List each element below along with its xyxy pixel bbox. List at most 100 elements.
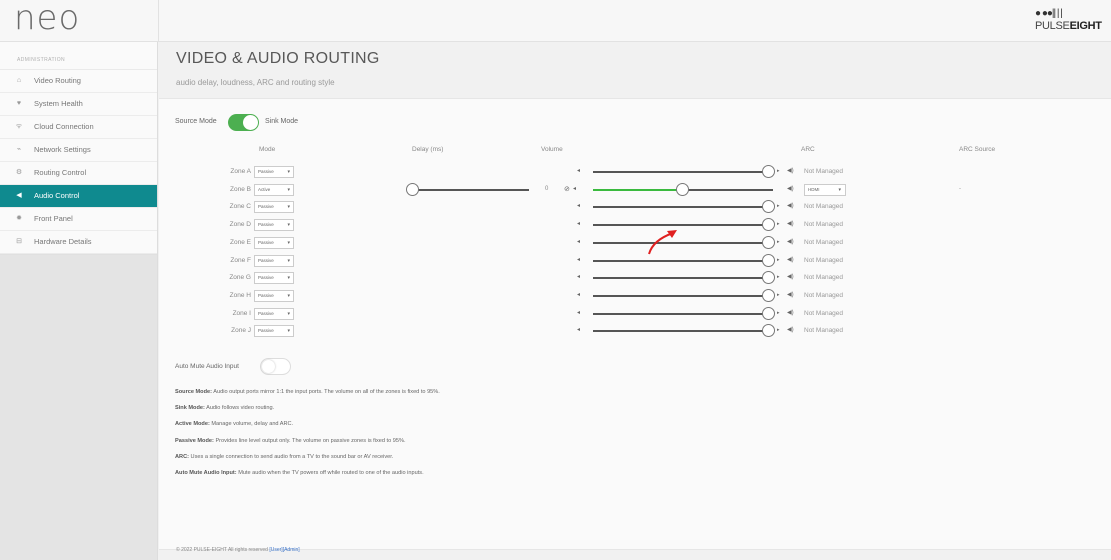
volume-up-icon: ◀)	[787, 274, 794, 281]
neo-logo[interactable]: neo	[14, 0, 80, 38]
volume-slider-track[interactable]	[593, 171, 769, 173]
volume-slider-track[interactable]	[593, 259, 769, 262]
wifi-icon: ᯤ	[15, 123, 23, 130]
gears-icon: ⚙	[15, 169, 23, 176]
delay-slider-track[interactable]	[414, 188, 529, 191]
zone-label: Zone H	[229, 291, 251, 299]
volume-slider-knob[interactable]	[762, 218, 775, 232]
zone-mode-select[interactable]: Passive ▾	[254, 201, 294, 214]
zone-label: Zone A	[230, 168, 251, 175]
copyright-text: © 2022 PULSE-EIGHT All rights reserved	[176, 547, 268, 553]
volume-slider-knob[interactable]	[676, 182, 689, 196]
zone-label: Zone F	[230, 256, 251, 264]
zone-mode-select[interactable]: Passive ▾	[254, 236, 294, 249]
volume-slider-knob[interactable]	[762, 288, 775, 302]
zone-mode-select[interactable]: Passive ▾	[254, 289, 294, 302]
chevron-right-icon: ▸	[777, 168, 780, 174]
volume-slider-track[interactable]	[593, 312, 769, 315]
volume-slider-track[interactable]	[593, 224, 769, 227]
arc-status: Not Managed	[804, 274, 844, 282]
zone-mode-select[interactable]: Passive ▾	[254, 307, 294, 320]
chevron-down-icon: ▾	[287, 310, 290, 317]
top-bar: neo ● ●●|| | | PULSEEIGHT	[0, 0, 1111, 42]
sun-icon: ✹	[16, 215, 22, 222]
sidebar: ADMINISTRATION ⌂ Video Routing ♥ System Hea…	[0, 42, 158, 560]
zone-row: Zone D Passive ▾ ◂ ▸ ◀) Not Managed	[159, 218, 1111, 232]
sidebar-item-video-routing[interactable]: ⌂ Video Routing	[0, 70, 157, 93]
volume-slider-fill[interactable]	[593, 188, 683, 191]
zone-mode-value: Passive	[258, 310, 274, 316]
routing-mode-toggle[interactable]	[228, 114, 259, 131]
zone-mode-select[interactable]: Passive ▾	[254, 325, 294, 338]
user-link[interactable]: [User]	[269, 547, 282, 553]
volume-slider-track[interactable]	[683, 188, 773, 191]
sidebar-nav-list: ⌂ Video Routing ♥ System Health ᯤ Cloud Conne…	[0, 70, 157, 254]
zone-mode-select[interactable]: Passive ▾	[254, 219, 294, 232]
zone-row: Zone G Passive ▾ ◂ ▸ ◀) Not Managed	[159, 271, 1111, 285]
help-note: Passive Mode: Provides line level output…	[175, 438, 406, 444]
sidebar-item-system-health[interactable]: ♥ System Health	[0, 93, 157, 116]
zone-row: Zone E Passive ▾ ◂ ▸ ◀) Not Managed	[159, 235, 1111, 250]
volume-slider-knob[interactable]	[762, 200, 775, 214]
zone-mode-select[interactable]: Passive ▾	[254, 166, 294, 178]
volume-up-icon: ◀)	[787, 203, 794, 210]
brand-text-bold: EIGHT	[1069, 20, 1102, 32]
volume-slider-knob[interactable]	[762, 235, 775, 249]
chevron-down-icon: ▾	[287, 222, 290, 229]
sidebar-item-front-panel[interactable]: ✹ Front Panel	[0, 208, 157, 231]
volume-down-icon: ◂	[573, 185, 577, 192]
zone-mode-value: Passive	[258, 292, 274, 298]
volume-slider-knob[interactable]	[762, 306, 775, 320]
volume-slider-knob[interactable]	[762, 271, 775, 285]
auto-mute-toggle[interactable]	[260, 358, 291, 375]
volume-slider-track[interactable]	[593, 277, 769, 280]
volume-slider-track[interactable]	[593, 206, 769, 209]
volume-slider-track[interactable]	[593, 294, 769, 297]
sidebar-item-label: Network Settings	[34, 145, 91, 154]
toggle-knob	[262, 360, 275, 373]
column-header-volume: Volume	[541, 146, 563, 153]
chevron-down-icon: ▾	[287, 239, 290, 246]
sidebar-item-label: Audio Control	[34, 191, 80, 200]
chevron-down-icon: ▾	[287, 204, 290, 211]
volume-slider-knob[interactable]	[762, 253, 775, 267]
mute-icon[interactable]: ⊘	[564, 185, 570, 193]
hdd-icon: ⊟	[16, 238, 22, 245]
zone-label: Zone B	[230, 185, 251, 193]
zone-mode-value: Passive	[258, 239, 274, 245]
help-note: Auto Mute Audio Input: Mute audio when t…	[175, 470, 424, 476]
volume-up-icon: ◀)	[787, 185, 794, 192]
admin-link[interactable]: [Admin]	[283, 547, 300, 553]
arc-select[interactable]: HDMI ▾	[804, 183, 846, 196]
arc-status: Not Managed	[804, 221, 844, 229]
arc-status: Not Managed	[804, 291, 844, 299]
sidebar-item-cloud-connection[interactable]: ᯤ Cloud Connection	[0, 116, 157, 139]
volume-slider-knob[interactable]	[762, 324, 775, 338]
volume-slider-knob[interactable]	[762, 165, 775, 178]
home-icon: ⌂	[16, 77, 22, 84]
delay-slider-knob[interactable]	[406, 182, 419, 196]
help-note-term: Auto Mute Audio Input:	[175, 470, 237, 476]
sidebar-item-routing-control[interactable]: ⚙ Routing Control	[0, 162, 157, 185]
sidebar-item-network-settings[interactable]: ⌁ Network Settings	[0, 139, 157, 162]
column-header-arc-source: ARC Source	[959, 146, 996, 153]
zone-mode-select[interactable]: Passive ▾	[254, 254, 294, 267]
zone-mode-value: Passive	[258, 257, 274, 263]
sidebar-item-label: Hardware Details	[34, 237, 92, 246]
arc-status: Not Managed	[804, 256, 844, 264]
volume-down-icon: ◂	[577, 238, 581, 245]
help-note-text: Audio follows video routing.	[206, 405, 275, 412]
volume-slider-track[interactable]	[593, 330, 769, 333]
sidebar-item-label: Cloud Connection	[34, 122, 94, 131]
sidebar-item-audio-control[interactable]: ◀ Audio Control	[0, 185, 157, 208]
page-subtitle: audio delay, loudness, ARC and routing s…	[176, 78, 335, 87]
sidebar-item-hardware-details[interactable]: ⊟ Hardware Details	[0, 231, 157, 254]
source-mode-label: Source Mode	[175, 118, 217, 125]
zone-mode-select[interactable]: Active ▾	[254, 183, 294, 196]
chevron-right-icon: ▸	[777, 291, 780, 298]
sink-mode-label: Sink Mode	[265, 118, 299, 125]
help-note-text: Mute audio when the TV powers off while …	[238, 470, 424, 476]
zone-mode-select[interactable]: Passive ▾	[254, 272, 294, 285]
help-note: Source Mode: Audio output ports mirror 1…	[175, 389, 440, 395]
arc-status: Not Managed	[804, 203, 844, 211]
